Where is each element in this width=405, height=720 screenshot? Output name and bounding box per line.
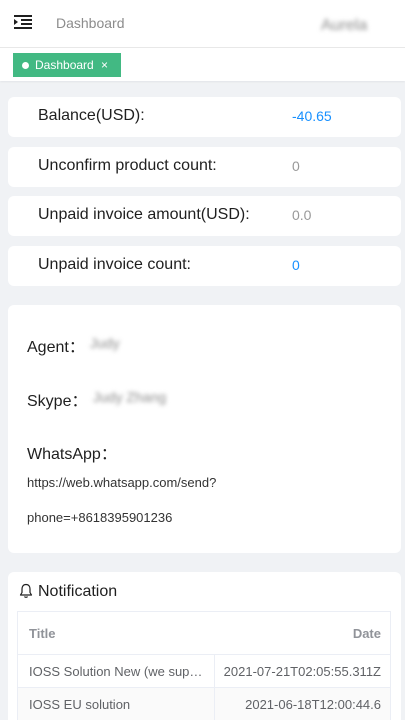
stat-label: Unconfirm product count:	[38, 157, 217, 174]
table-row[interactable]: IOSS Solution New (we support to help yo…	[18, 655, 390, 688]
tag-label: Dashboard	[35, 58, 94, 72]
row-title: IOSS Solution New (we support to help yo…	[29, 664, 203, 679]
user-name[interactable]: Aurela	[321, 17, 367, 35]
stat-label: Unpaid invoice count:	[38, 256, 191, 273]
stat-label: Balance(USD):	[38, 107, 145, 124]
contact-card: Agent： Judy Skype： Judy Zhang WhatsApp： …	[8, 305, 401, 553]
active-dot-icon	[22, 62, 29, 69]
top-bar: Dashboard Aurela	[0, 0, 405, 48]
stat-unconfirm-product-count: Unconfirm product count: 0	[8, 147, 401, 187]
stat-unpaid-invoice-amount: Unpaid invoice amount(USD): 0.0	[8, 196, 401, 236]
stat-value: 0	[292, 257, 300, 273]
skype-value: Judy Zhang	[93, 389, 167, 405]
stat-value: 0.0	[292, 207, 312, 223]
agent-label: Agent：	[27, 339, 85, 356]
notification-table: Title Date IOSS Solution New (we support…	[17, 611, 391, 720]
column-header-date[interactable]: Date	[353, 626, 381, 641]
notification-card: Notification Title Date IOSS Solution Ne…	[8, 572, 401, 720]
notification-title: Notification	[38, 583, 118, 600]
column-header-title[interactable]: Title	[29, 626, 56, 641]
table-row[interactable]: IOSS EU solution 2021-06-18T12:00:44.6	[18, 688, 390, 720]
close-icon[interactable]: ×	[101, 53, 108, 77]
agent-value: Judy	[90, 335, 120, 351]
bell-icon	[19, 583, 33, 598]
table-header: Title Date	[18, 612, 390, 655]
skype-label: Skype：	[27, 393, 88, 410]
stat-label: Unpaid invoice amount(USD):	[38, 206, 250, 223]
whatsapp-label: WhatsApp：	[27, 446, 117, 463]
tag-dashboard[interactable]: Dashboard ×	[13, 53, 121, 77]
whatsapp-link-line1[interactable]: https://web.whatsapp.com/send?	[27, 475, 216, 490]
stat-unpaid-invoice-count: Unpaid invoice count: 0	[8, 246, 401, 286]
row-date: 2021-07-21T02:05:55.311Z	[223, 664, 381, 679]
row-date: 2021-06-18T12:00:44.6	[245, 697, 381, 712]
stat-value: -40.65	[292, 108, 332, 124]
breadcrumb-dashboard[interactable]: Dashboard	[56, 15, 125, 31]
menu-fold-icon[interactable]	[14, 14, 32, 30]
row-title: IOSS EU solution	[29, 697, 131, 712]
whatsapp-link-line2[interactable]: phone=+8618395901236	[27, 510, 172, 525]
tags-view: Dashboard ×	[0, 48, 405, 81]
stat-balance: Balance(USD): -40.65	[8, 97, 401, 137]
stat-value: 0	[292, 158, 300, 174]
